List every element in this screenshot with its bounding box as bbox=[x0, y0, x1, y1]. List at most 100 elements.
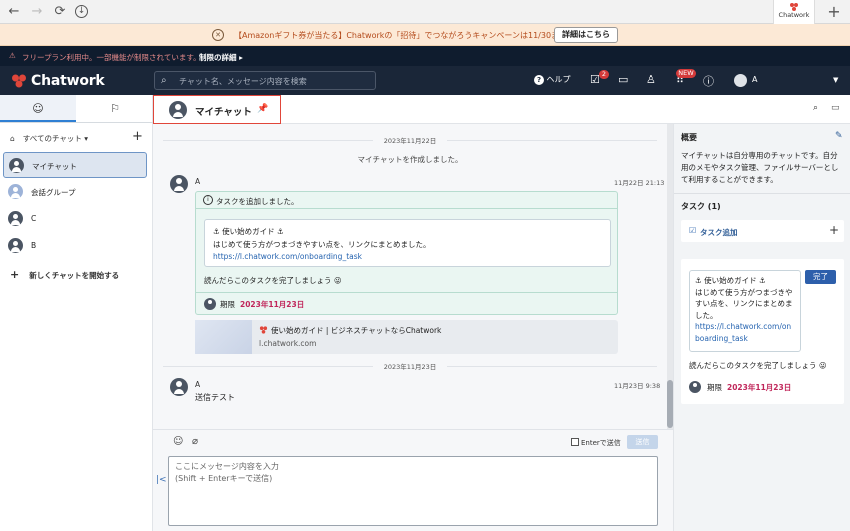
chevron-down-icon[interactable]: ▼ bbox=[833, 76, 838, 84]
help-icon: ? bbox=[534, 75, 544, 85]
chat-filter-label: すべてのチャット ▾ bbox=[22, 134, 89, 143]
overview-description: マイチャットは自分専用のチャットです。自分用のメモやタスク管理、ファイルサーバー… bbox=[681, 151, 839, 184]
date-separator: 2023年11月22日 bbox=[153, 135, 667, 145]
avatar bbox=[689, 381, 701, 393]
sidebar-item-b[interactable]: B bbox=[3, 233, 147, 259]
info-icon: i bbox=[203, 195, 213, 205]
message-input[interactable]: ここにメッセージ内容を入力 (Shift + Enterキーで送信) bbox=[168, 456, 658, 526]
app-header: Chatwork ⌕ チャット名、メッセージ内容を検索 ? ヘルプ ☑ 2 ▭ … bbox=[0, 66, 850, 95]
sidebar-tabs: ☺ ⚐ bbox=[0, 95, 153, 123]
message-sender: A bbox=[195, 380, 201, 389]
room-name: マイチャット bbox=[32, 162, 77, 171]
task-done-text: 読んだらこのタスクを完了しましょう 😜 bbox=[204, 276, 342, 285]
folder-icon[interactable]: ▭ bbox=[618, 73, 628, 86]
help-label: ヘルプ bbox=[546, 75, 571, 84]
tab-bookmarks[interactable]: ⚐ bbox=[77, 95, 153, 122]
pin-icon[interactable]: 📌 bbox=[257, 104, 268, 114]
deadline-label: 期限 bbox=[707, 383, 722, 392]
guide-title: ⚓ 使い始めガイド ⚓ bbox=[213, 227, 284, 236]
room-name: C bbox=[31, 214, 37, 223]
plus-icon: + bbox=[10, 268, 20, 281]
enter-send-label: Enterで送信 bbox=[581, 439, 621, 447]
forward-icon[interactable]: → bbox=[29, 4, 45, 20]
chat-filter-dropdown[interactable]: ⌂ すべてのチャット ▾ bbox=[10, 133, 88, 144]
preview-title-text: 使い始めガイド | ビジネスチャットならChatwork bbox=[271, 326, 442, 335]
add-chat-icon[interactable]: + bbox=[132, 129, 143, 144]
checkbox[interactable] bbox=[571, 438, 579, 446]
campaign-text: 【Amazonギフト券が当たる】Chatworkの「招待」でつながろうキャンペー… bbox=[234, 31, 576, 40]
browser-tab-title: Chatwork bbox=[778, 11, 810, 19]
message-time: 11月23日 9:38 bbox=[614, 382, 661, 390]
task-card-header: i タスクを追加しました。 bbox=[196, 192, 617, 209]
message-text: 送信テスト bbox=[195, 393, 235, 402]
message-composer: ☺ ⌀ Enterで送信 送信 |< ここにメッセージ内容を入力 (Shift … bbox=[153, 429, 673, 531]
chatwork-logo-icon bbox=[790, 3, 798, 11]
deadline-date: 2023年11月23日 bbox=[727, 383, 792, 392]
chatwork-logo-icon bbox=[12, 74, 26, 87]
emoji-icon[interactable]: ☺ bbox=[173, 436, 183, 447]
preview-thumbnail bbox=[195, 320, 252, 354]
group-avatar bbox=[8, 184, 23, 199]
overview-title: 概要 bbox=[681, 133, 697, 142]
sidebar-item-mychat[interactable]: マイチャット bbox=[3, 152, 147, 178]
freeplan-notice: ⚠ フリープラン利用中。一部機能が制限されています。 制限の詳細 ▸ bbox=[0, 46, 850, 66]
home-icon: ⌂ bbox=[10, 134, 15, 143]
task-guide-body: はじめて使う方がつまづきやすい点を、リンクにまとめました。 bbox=[695, 287, 793, 320]
reload-icon[interactable]: ⟳ bbox=[52, 4, 68, 20]
browser-toolbar: ← → ⟳ ↓ Chatwork + bbox=[0, 0, 850, 24]
app-logo[interactable]: Chatwork bbox=[11, 72, 105, 89]
room-info-panel: 概要 ✎ マイチャットは自分専用のチャットです。自分用のメモやタスク管理、ファイ… bbox=[673, 124, 850, 531]
send-button[interactable]: 送信 bbox=[627, 435, 658, 449]
complete-task-button[interactable]: 完了 bbox=[805, 270, 836, 284]
plus-icon[interactable]: + bbox=[829, 223, 839, 237]
message-time: 11月22日 21:13 bbox=[614, 179, 665, 187]
info-icon[interactable]: ⓘ bbox=[703, 73, 714, 89]
link-preview[interactable]: 使い始めガイド | ビジネスチャットならChatwork l.chatwork.… bbox=[195, 320, 618, 354]
message-sender: A bbox=[195, 177, 201, 186]
freeplan-details-link[interactable]: 制限の詳細 ▸ bbox=[199, 52, 243, 63]
system-message: マイチャットを作成しました。 bbox=[357, 155, 463, 164]
preview-domain: l.chatwork.com bbox=[259, 339, 317, 348]
add-task-label: タスク追加 bbox=[700, 228, 738, 237]
divider bbox=[674, 193, 850, 194]
search-icon: ⌕ bbox=[161, 75, 167, 86]
tab-chats[interactable]: ☺ bbox=[0, 95, 76, 122]
guide-link[interactable]: https://l.chatwork.com/onboarding_task bbox=[213, 252, 362, 261]
input-placeholder-line1: ここにメッセージ内容を入力 bbox=[175, 462, 279, 471]
download-icon[interactable]: ↓ bbox=[75, 5, 88, 18]
room-avatar bbox=[169, 101, 187, 119]
sidebar-item-c[interactable]: C bbox=[3, 206, 147, 232]
chat-search-icon[interactable]: ⌕ bbox=[813, 103, 818, 113]
room-title-area[interactable]: マイチャット 📌 bbox=[153, 95, 281, 124]
new-tab-icon[interactable]: + bbox=[826, 4, 842, 20]
guide-quote: ⚓ 使い始めガイド ⚓ はじめて使う方がつまづきやすい点を、リンクにまとめました… bbox=[204, 219, 611, 267]
tasks-title: タスク (1) bbox=[681, 202, 721, 211]
edit-pencil-icon[interactable]: ✎ bbox=[835, 131, 843, 141]
add-task-button[interactable]: ☑ タスク追加 + bbox=[681, 220, 844, 242]
input-placeholder-line2: (Shift + Enterキーで送信) bbox=[175, 474, 273, 483]
help-button[interactable]: ? ヘルプ bbox=[534, 74, 571, 85]
enter-to-send-toggle[interactable]: Enterで送信 bbox=[571, 438, 621, 448]
room-name: 会話グループ bbox=[31, 188, 76, 197]
task-item: ⚓ 使い始めガイド ⚓ はじめて使う方がつまづきやすい点を、リンクにまとめました… bbox=[681, 259, 844, 404]
attachment-icon[interactable]: ⌀ bbox=[192, 436, 198, 447]
back-icon[interactable]: ← bbox=[6, 4, 22, 20]
sidebar-item-group[interactable]: 会話グループ bbox=[3, 179, 147, 205]
browser-tab[interactable]: Chatwork bbox=[773, 0, 815, 24]
preview-title: 使い始めガイド | ビジネスチャットならChatwork bbox=[259, 325, 441, 336]
contacts-icon[interactable]: ♙ bbox=[646, 73, 656, 86]
user-name[interactable]: A bbox=[752, 75, 757, 84]
chat-header: マイチャット 📌 ⌕ ▭ bbox=[153, 95, 850, 124]
close-banner-icon[interactable]: ✕ bbox=[212, 29, 224, 41]
avatar bbox=[9, 158, 24, 173]
campaign-details-button[interactable]: 詳細はこちら bbox=[554, 27, 618, 43]
new-chat-button[interactable]: + 新しくチャットを開始する bbox=[10, 268, 119, 281]
search-input[interactable]: ⌕ チャット名、メッセージ内容を検索 bbox=[154, 71, 376, 90]
user-avatar[interactable] bbox=[734, 74, 747, 87]
avatar bbox=[170, 378, 188, 396]
task-guide-link[interactable]: https://l.chatwork.com/onboarding_task bbox=[695, 321, 795, 344]
collapse-panel-icon[interactable]: |< bbox=[156, 475, 167, 485]
task-guide-quote: ⚓ 使い始めガイド ⚓ はじめて使う方がつまづきやすい点を、リンクにまとめました… bbox=[689, 270, 801, 352]
chat-bubble-icon: ☺ bbox=[32, 102, 44, 115]
chat-folder-icon[interactable]: ▭ bbox=[831, 103, 840, 113]
